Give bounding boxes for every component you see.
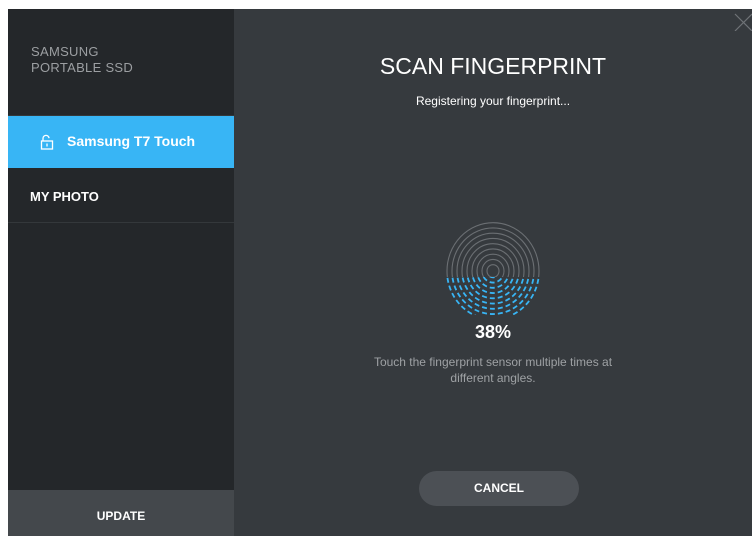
instruction-line-1: Touch the fingerprint sensor multiple ti… [373,355,613,369]
sidebar-item-my-photo-label: MY PHOTO [30,189,99,204]
main-panel: SCAN FINGERPRINT Registering your finger… [234,9,752,536]
update-button[interactable]: UPDATE [8,490,234,536]
sidebar-divider [8,222,234,223]
close-icon[interactable] [730,9,752,31]
lock-open-icon [40,134,54,150]
fingerprint-ridge [486,264,500,277]
fingerprint-icon [446,222,540,315]
brand-logo: SAMSUNG PORTABLE SSD [31,44,133,76]
sidebar-item-device-label: Samsung T7 Touch [67,133,196,149]
sidebar: SAMSUNG PORTABLE SSD Samsung T7 Touch MY… [8,9,234,536]
app-window: SAMSUNG PORTABLE SSD Samsung T7 Touch MY… [8,9,752,536]
progress-percent: 38% [474,322,512,342]
sidebar-item-device[interactable]: Samsung T7 Touch [8,116,234,168]
sidebar-item-my-photo[interactable]: MY PHOTO [8,180,234,222]
brand-line-2: PORTABLE SSD [31,60,134,75]
cancel-button[interactable]: CANCEL [419,471,579,506]
page-subtitle: Registering your fingerprint... [415,94,571,108]
fingerprint-ridge [446,222,540,277]
page-title: SCAN FINGERPRINT [379,53,607,79]
brand-line-1: SAMSUNG [31,44,99,59]
instruction-text: Touch the fingerprint sensor multiple ti… [234,354,752,386]
fingerprint-ridge [466,243,520,277]
instruction-line-2: different angles. [450,371,536,385]
